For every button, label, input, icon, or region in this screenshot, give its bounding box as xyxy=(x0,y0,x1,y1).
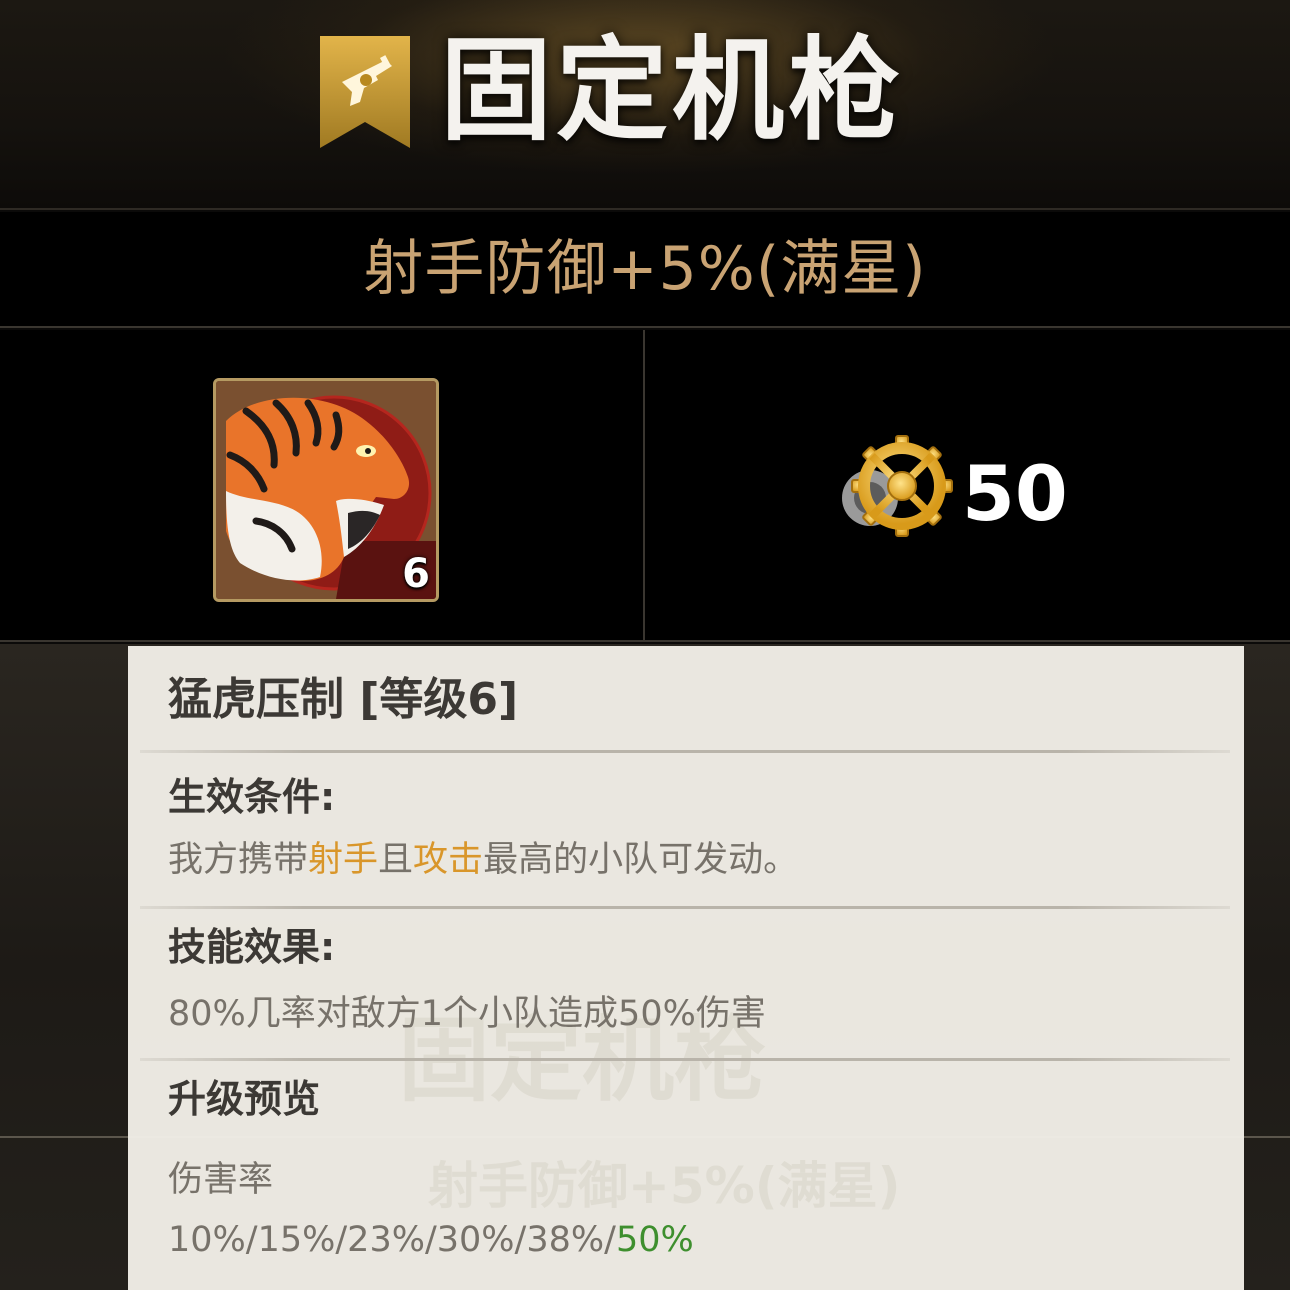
tooltip-divider xyxy=(140,1058,1230,1061)
upgrade-value-current: 50% xyxy=(615,1220,694,1260)
upgrade-values: 10%/15%/23%/30%/38%/50% xyxy=(168,1216,694,1264)
skill-slot[interactable]: 6 xyxy=(213,378,439,602)
weapon-title: 固定机枪 xyxy=(440,26,904,156)
ghost-bonus: 射手防御+5%(满星) xyxy=(428,1157,901,1215)
upgrade-heading: 升级预览 xyxy=(168,1077,321,1121)
skill-level-badge: 6 xyxy=(402,551,430,597)
condition-segment: 我方携带 xyxy=(168,840,309,880)
condition-text: 我方携带射手且攻击最高的小队可发动。 xyxy=(168,836,798,884)
condition-segment: 最高的小队可发动。 xyxy=(483,840,799,880)
tooltip-title: 猛虎压制 [等级6] xyxy=(168,674,519,725)
reward-cells xyxy=(0,330,1290,642)
title-banner: 固定机枪 xyxy=(0,0,1290,210)
pistol-bookmark-icon xyxy=(320,36,410,148)
set-bonus-row: 射手防御+5%(满星) xyxy=(0,212,1290,328)
cell-divider xyxy=(643,330,645,642)
effect-text: 80%几率对敌方1个小队造成50%伤害 xyxy=(168,994,766,1034)
tooltip-divider xyxy=(140,750,1230,753)
gear-cost-amount: 50 xyxy=(962,449,1068,538)
upgrade-values-previous: 10%/15%/23%/30%/38%/ xyxy=(168,1220,616,1260)
set-bonus-text: 射手防御+5%(满星) xyxy=(363,234,927,304)
effect-heading: 技能效果: xyxy=(168,925,336,969)
condition-keyword-role: 射手 xyxy=(308,840,379,880)
skill-tooltip: 固定机枪 射手防御+5%(满星) 猛虎压制 [等级6] 生效条件: 我方携带射手… xyxy=(128,646,1244,1290)
tooltip-divider xyxy=(140,906,1230,909)
condition-heading: 生效条件: xyxy=(168,775,336,819)
condition-keyword-stat: 攻击 xyxy=(413,840,484,880)
upgrade-stat-label: 伤害率 xyxy=(168,1160,274,1200)
gear-icon xyxy=(842,435,953,537)
condition-segment: 且 xyxy=(378,840,414,880)
